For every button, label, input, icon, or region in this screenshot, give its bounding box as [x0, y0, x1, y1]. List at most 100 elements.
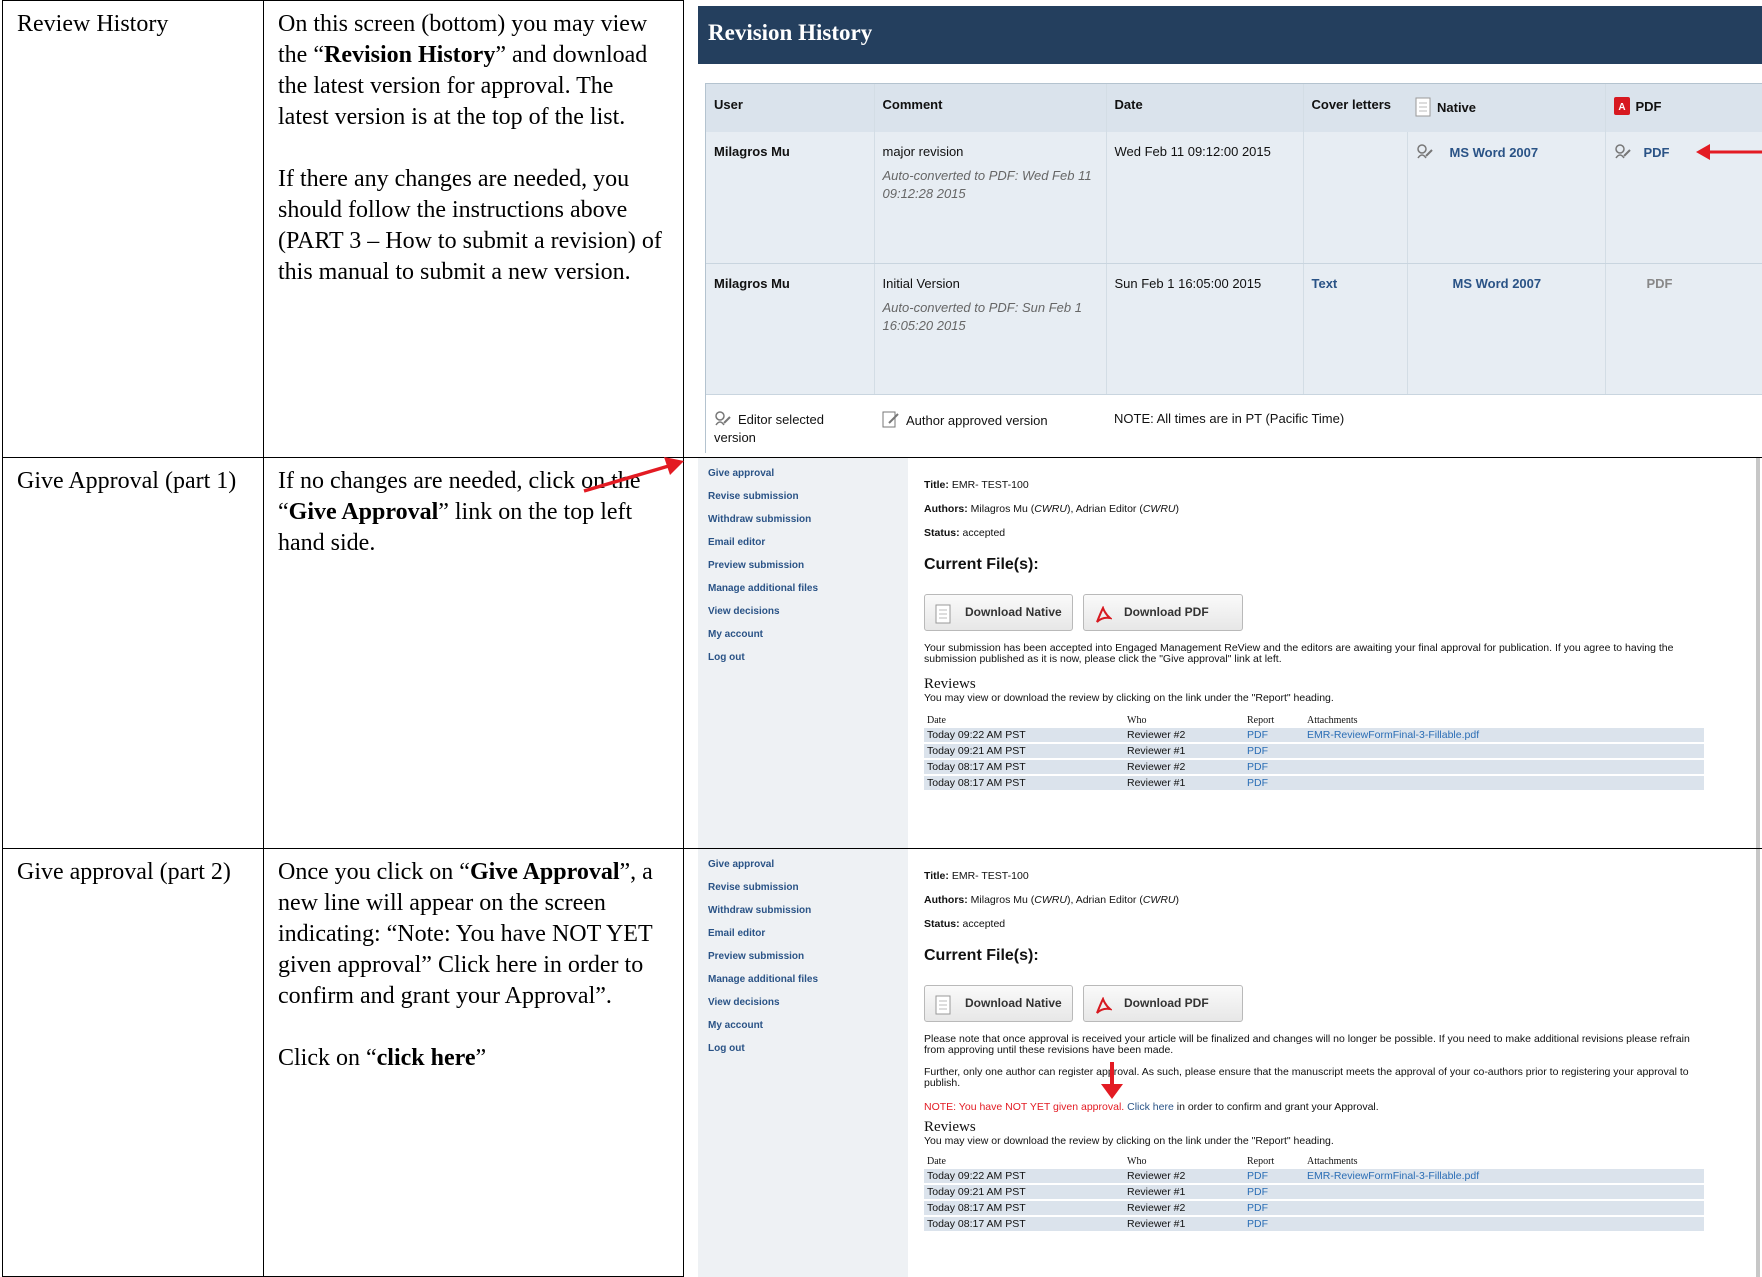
review-report[interactable]: PDF [1244, 743, 1304, 760]
bold-text: click here [376, 1045, 476, 1071]
review-who: Reviewer #2 [1124, 728, 1244, 744]
click-here-link[interactable]: Click here [1127, 1101, 1174, 1113]
col-cover: Cover letters [1303, 84, 1407, 132]
sidebar-link-revise-submission[interactable]: Revise submission [698, 485, 908, 508]
title-label: Title: [924, 479, 949, 491]
native-header-label: Native [1437, 99, 1477, 115]
document-icon [935, 994, 951, 1029]
review-report[interactable]: PDF [1244, 1169, 1304, 1185]
download-native-label: Download Native [965, 605, 1062, 619]
review-att[interactable] [1304, 759, 1704, 776]
reviews-table: Date Who Report Attachments Today 09:22 AM P… [924, 1155, 1704, 1233]
sidebar-link-my-account[interactable]: My account [698, 623, 908, 646]
legend-row: Editor selected version Author approved … [706, 394, 1762, 457]
sidebar-link-manage-additional-files[interactable]: Manage additional files [698, 968, 908, 991]
sidebar-link-view-decisions[interactable]: View decisions [698, 600, 908, 623]
review-report[interactable]: PDF [1244, 1216, 1304, 1233]
approval-note: NOTE: You have NOT YET given approval. C… [924, 1100, 1379, 1114]
sidebar-link-withdraw-submission[interactable]: Withdraw submission [698, 508, 908, 531]
revision-history-screenshot: Revision History User Comment Date Cover… [683, 0, 1762, 458]
review-who: Reviewer #1 [1124, 1216, 1244, 1233]
editor-selected-icon [714, 410, 732, 430]
revision-date: Sun Feb 1 16:05:00 2015 [1106, 263, 1304, 395]
sidebar-link-my-account[interactable]: My account [698, 1014, 908, 1037]
sidebar-link-preview-submission[interactable]: Preview submission [698, 945, 908, 968]
sidebar-link-email-editor[interactable]: Email editor [698, 531, 908, 554]
author-text: ) [1175, 894, 1180, 906]
download-native-button[interactable]: Download Native [924, 985, 1073, 1022]
review-att[interactable] [1304, 775, 1704, 792]
status-value: accepted [962, 527, 1006, 539]
review-att[interactable] [1304, 1184, 1704, 1201]
review-att[interactable]: EMR-ReviewFormFinal-3-Fillable.pdf [1304, 1169, 1704, 1185]
revision-row: Milagros Mu Initial Version Auto-converte… [706, 263, 1762, 395]
revision-native: MS Word 2007 [1407, 132, 1606, 264]
description-paragraph: If no changes are needed, click on the “… [278, 466, 669, 559]
reviews-col-header: Who [1127, 1156, 1147, 1167]
pdf-link[interactable]: PDF [1644, 145, 1670, 160]
row-label-give-approval-2: Give approval (part 2) [2, 848, 264, 1277]
native-link[interactable]: MS Word 2007 [1450, 145, 1539, 160]
download-native-button[interactable]: Download Native [924, 594, 1073, 631]
review-att[interactable] [1304, 1216, 1704, 1233]
current-files-heading: Current File(s): [924, 556, 1039, 573]
legend-editor: Editor selected version [706, 394, 874, 457]
sidebar-link-manage-additional-files[interactable]: Manage additional files [698, 577, 908, 600]
native-link[interactable]: MS Word 2007 [1453, 276, 1542, 291]
review-att[interactable]: EMR-ReviewFormFinal-3-Fillable.pdf [1304, 728, 1704, 744]
sidebar-link-preview-submission[interactable]: Preview submission [698, 554, 908, 577]
revision-pdf: PDF [1605, 132, 1762, 264]
coauthor-msg: publish. [924, 1077, 961, 1089]
comment-text: Initial Version [882, 275, 960, 291]
review-date: Today 08:17 AM PST [924, 1216, 1124, 1233]
sidebar-link-withdraw-submission[interactable]: Withdraw submission [698, 899, 908, 922]
sidebar-link-log-out[interactable]: Log out [698, 646, 908, 669]
description-paragraph: Once you click on “Give Approval”, a new… [278, 857, 669, 1012]
sidebar-link-log-out[interactable]: Log out [698, 1037, 908, 1060]
scrollbar[interactable] [1756, 458, 1760, 848]
not-yet-approved-note: NOTE: You have NOT YET given approval. [924, 1101, 1125, 1113]
download-pdf-button[interactable]: Download PDF [1083, 985, 1243, 1022]
reviews-subtitle: You may view or download the review by c… [924, 1135, 1334, 1147]
review-att[interactable] [1304, 743, 1704, 760]
revision-user: Milagros Mu [706, 263, 875, 395]
row-label-review-history: Review History [2, 0, 264, 458]
download-pdf-label: Download PDF [1124, 996, 1209, 1010]
review-report[interactable]: PDF [1244, 1184, 1304, 1201]
author-text: Milagros Mu ( [970, 503, 1035, 515]
bold-text: Give Approval [469, 859, 620, 885]
scrollbar[interactable] [1756, 849, 1760, 1277]
authors-line: Authors: Milagros Mu (CWRU), Adrian Edit… [924, 893, 1179, 907]
description-paragraph: On this screen (bottom) you may view the… [278, 9, 669, 133]
review-date: Today 09:22 AM PST [924, 728, 1124, 744]
sidebar-menu: Give approval Revise submission Withdraw s… [698, 458, 908, 848]
review-att[interactable] [1304, 1200, 1704, 1217]
review-date: Today 08:17 AM PST [924, 759, 1124, 776]
review-report[interactable]: PDF [1244, 728, 1304, 744]
sidebar-link-give-approval[interactable]: Give approval [698, 853, 908, 876]
accepted-msg: submission published as it is now, pleas… [924, 653, 1282, 665]
col-date: Date [1106, 84, 1304, 132]
review-report[interactable]: PDF [1244, 775, 1304, 792]
row-label-give-approval-1: Give Approval (part 1) [2, 457, 264, 849]
sidebar-link-revise-submission[interactable]: Revise submission [698, 876, 908, 899]
row-label-text: Give approval (part 2) [17, 859, 231, 885]
review-row: Today 08:17 AM PST Reviewer #2 PDF [924, 1200, 1704, 1217]
sidebar-link-view-decisions[interactable]: View decisions [698, 991, 908, 1014]
review-row: Today 09:22 AM PST Reviewer #2 PDF EMR-Revi… [924, 728, 1704, 744]
authors-label: Authors: [924, 503, 968, 515]
pdf-icon [1094, 603, 1114, 638]
sidebar-link-give-approval[interactable]: Give approval [698, 462, 908, 485]
review-report[interactable]: PDF [1244, 759, 1304, 776]
download-pdf-button[interactable]: Download PDF [1083, 594, 1243, 631]
row-desc-give-approval-1: If no changes are needed, click on the “… [263, 457, 684, 849]
cover-letter-link[interactable]: Text [1312, 276, 1338, 291]
auto-convert-note: Auto-converted to PDF: Sun Feb 1 16:05:2… [882, 299, 1082, 333]
reviews-col-header: Date [927, 715, 946, 726]
document-icon [935, 603, 951, 638]
pdf-icon [1094, 994, 1114, 1029]
sidebar-link-email-editor[interactable]: Email editor [698, 922, 908, 945]
review-report[interactable]: PDF [1244, 1200, 1304, 1217]
revision-pdf: PDF [1605, 263, 1762, 395]
revision-cover: Text [1303, 263, 1408, 395]
